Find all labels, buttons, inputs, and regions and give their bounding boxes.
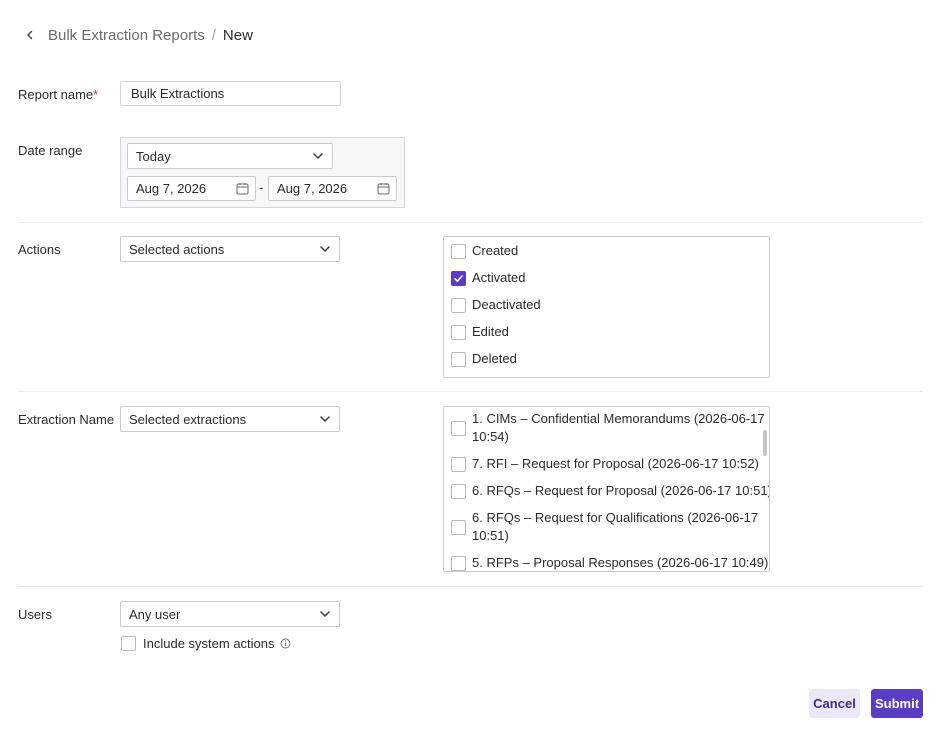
- extraction-options-list[interactable]: 1. CIMs – Confidential Memorandums (2026…: [443, 406, 770, 572]
- calendar-icon[interactable]: [377, 182, 390, 195]
- required-mark: *: [93, 87, 99, 102]
- section-divider: [18, 222, 923, 223]
- option-label-line1: 1. CIMs – Confidential Memorandums (2026…: [472, 411, 765, 426]
- option-label: Deactivated: [472, 297, 541, 312]
- checkbox-checked[interactable]: [451, 270, 466, 286]
- report-name-label: Report name*: [18, 87, 98, 102]
- include-system-actions-row[interactable]: Include system actions: [121, 636, 291, 651]
- extraction-option[interactable]: 6. RFQs – Request for Proposal (2026-06-…: [451, 482, 769, 500]
- actions-select-value: Selected actions: [129, 241, 225, 257]
- option-label: 7. RFI – Request for Proposal (2026-06-1…: [472, 456, 759, 471]
- cancel-button[interactable]: Cancel: [809, 689, 860, 718]
- calendar-icon[interactable]: [236, 182, 249, 195]
- info-icon[interactable]: [280, 638, 291, 649]
- start-date-input[interactable]: Aug 7, 2026: [127, 176, 256, 201]
- checkmark-icon: [454, 274, 463, 282]
- checkbox[interactable]: [451, 324, 466, 340]
- checkbox[interactable]: [451, 420, 466, 436]
- actions-select[interactable]: Selected actions: [120, 236, 340, 262]
- option-label: Deleted: [472, 351, 517, 366]
- actions-options-list: Created Activated Deactivated Edited Del…: [443, 236, 770, 378]
- section-divider: [18, 391, 923, 392]
- extraction-select-value: Selected extractions: [129, 411, 247, 427]
- scrollbar-thumb[interactable]: [763, 430, 767, 456]
- action-option-created[interactable]: Created: [451, 242, 759, 260]
- checkbox[interactable]: [451, 483, 466, 499]
- action-option-deleted[interactable]: Deleted: [451, 350, 759, 368]
- chevron-down-icon: [313, 153, 323, 159]
- chevron-left-icon[interactable]: [24, 29, 36, 41]
- checkbox[interactable]: [451, 243, 466, 259]
- end-date-value: Aug 7, 2026: [277, 181, 348, 196]
- breadcrumb-separator: /: [211, 26, 216, 44]
- date-range-label: Date range: [18, 143, 83, 158]
- include-system-actions-checkbox[interactable]: [121, 636, 136, 651]
- checkbox[interactable]: [451, 519, 466, 535]
- date-range-dash: -: [259, 180, 264, 195]
- option-label-line2: 10:51): [472, 528, 509, 543]
- action-option-activated[interactable]: Activated: [451, 269, 759, 287]
- checkbox[interactable]: [451, 456, 466, 472]
- breadcrumb-parent-link[interactable]: Bulk Extraction Reports: [48, 27, 205, 44]
- option-label: 6. RFQs – Request for Proposal (2026-06-…: [472, 483, 770, 498]
- checkbox[interactable]: [451, 351, 466, 367]
- breadcrumb: Bulk Extraction Reports / New: [24, 24, 253, 46]
- submit-button[interactable]: Submit: [871, 689, 923, 718]
- extraction-option[interactable]: 5. RFPs – Proposal Responses (2026-06-17…: [451, 554, 768, 571]
- report-name-label-text: Report name: [18, 87, 94, 102]
- action-option-edited[interactable]: Edited: [451, 323, 759, 341]
- chevron-down-icon: [320, 246, 330, 252]
- checkbox[interactable]: [451, 555, 466, 571]
- report-name-value: Bulk Extractions: [131, 86, 225, 101]
- option-label: Activated: [472, 270, 526, 285]
- extraction-option[interactable]: 6. RFQs – Request for Qualifications (20…: [451, 509, 759, 545]
- date-preset-select[interactable]: Today: [127, 143, 333, 169]
- users-label: Users: [18, 607, 52, 622]
- chevron-down-icon: [320, 611, 330, 617]
- option-label: 5. RFPs – Proposal Responses (2026-06-17…: [472, 555, 769, 570]
- extraction-select[interactable]: Selected extractions: [120, 406, 340, 432]
- extraction-option[interactable]: 7. RFI – Request for Proposal (2026-06-1…: [451, 455, 759, 473]
- option-label-line2: 10:54): [472, 429, 509, 444]
- report-name-input[interactable]: Bulk Extractions: [120, 81, 341, 106]
- extraction-name-label: Extraction Name: [18, 412, 115, 427]
- breadcrumb-current: New: [222, 26, 253, 44]
- start-date-value: Aug 7, 2026: [136, 181, 207, 196]
- date-preset-value: Today: [136, 148, 171, 164]
- section-divider: [18, 586, 923, 587]
- action-option-deactivated[interactable]: Deactivated: [451, 296, 759, 314]
- users-select-value: Any user: [129, 606, 181, 622]
- option-label: 1. CIMs – Confidential Memorandums (2026…: [472, 410, 765, 446]
- option-label-line1: 6. RFQs – Request for Qualifications (20…: [472, 510, 759, 525]
- end-date-input[interactable]: Aug 7, 2026: [268, 176, 397, 201]
- users-select[interactable]: Any user: [120, 601, 340, 627]
- chevron-down-icon: [320, 416, 330, 422]
- checkbox[interactable]: [451, 297, 466, 313]
- include-system-actions-label: Include system actions: [143, 636, 275, 651]
- option-label: Edited: [472, 324, 509, 339]
- option-label: 6. RFQs – Request for Qualifications (20…: [472, 509, 758, 545]
- extraction-option[interactable]: 1. CIMs – Confidential Memorandums (2026…: [451, 410, 765, 446]
- option-label: Created: [472, 243, 519, 258]
- actions-label: Actions: [18, 242, 61, 257]
